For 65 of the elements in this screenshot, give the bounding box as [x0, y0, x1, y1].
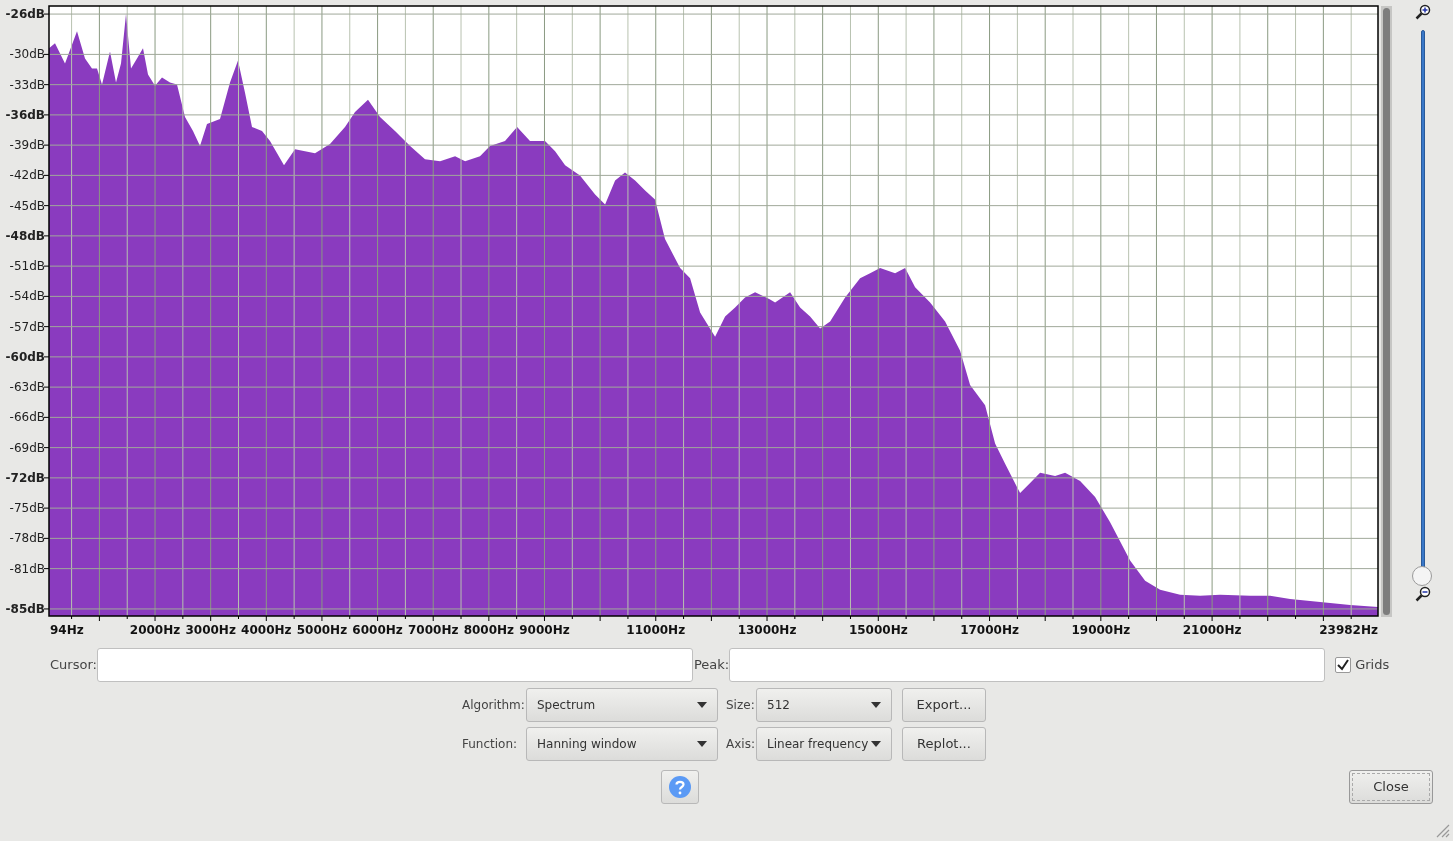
scrollbar[interactable]	[1381, 6, 1392, 617]
y-axis-label: -75dB	[9, 501, 45, 516]
x-axis-label: 2000Hz	[129, 623, 181, 637]
dropdown[interactable]: Spectrum	[526, 688, 718, 722]
dropdown[interactable]: Hanning window	[526, 727, 718, 761]
peak-field[interactable]	[729, 648, 1326, 682]
help-button[interactable]	[661, 770, 699, 804]
grids-label: Grids	[1355, 656, 1390, 675]
resize-grip-icon[interactable]	[1434, 822, 1450, 838]
x-axis-label: 6000Hz	[352, 623, 403, 637]
x-axis-label: 3000Hz	[185, 623, 236, 637]
peak-label: Peak:	[693, 656, 730, 675]
y-axis-label: -42dB	[9, 168, 45, 183]
zoom-in-icon[interactable]	[1414, 4, 1431, 20]
dropdown[interactable]: 512	[756, 688, 892, 722]
slider-thumb[interactable]	[1411, 566, 1432, 586]
function-label: Function:	[462, 736, 519, 753]
y-axis-label: -81dB	[9, 561, 45, 576]
y-axis-label: -72dB	[5, 470, 45, 485]
x-axis-label: 5000Hz	[296, 623, 348, 637]
x-axis-label: 23982Hz	[1319, 623, 1378, 637]
x-axis-label: 15000Hz	[848, 623, 908, 637]
y-axis-label: -48dB	[5, 228, 45, 243]
y-axis-label: -85dB	[5, 601, 45, 616]
cursor-field[interactable]	[96, 648, 693, 682]
x-axis-label: 7000Hz	[408, 623, 459, 637]
x-axis-label: 11000Hz	[626, 623, 686, 637]
caret-icon	[871, 702, 881, 708]
y-axis-label: -33dB	[9, 77, 45, 92]
grids-checkbox[interactable]	[1335, 657, 1352, 673]
y-axis-label: -51dB	[9, 259, 45, 274]
cursor-label: Cursor:	[50, 656, 97, 675]
y-axis-label: -39dB	[9, 138, 45, 153]
algorithm-label: Algorithm:	[462, 697, 522, 714]
help-icon	[669, 776, 691, 798]
x-axis-label: 21000Hz	[1182, 623, 1242, 637]
x-axis-label: 13000Hz	[737, 623, 797, 637]
caret-icon	[871, 741, 881, 747]
size-label: Size:	[726, 697, 752, 714]
x-axis-label: 94Hz	[50, 623, 84, 637]
y-axis-label: -78dB	[9, 531, 45, 546]
x-axis-label: 9000Hz	[519, 623, 570, 637]
y-axis-label: -36dB	[5, 107, 45, 122]
dropdown[interactable]: Linear frequency	[756, 727, 892, 761]
x-axis-label: 17000Hz	[960, 623, 1019, 637]
y-axis-label: -54dB	[9, 289, 45, 304]
button[interactable]: Replot...	[902, 727, 986, 761]
y-axis-label: -57dB	[9, 319, 45, 334]
axis-label: Axis:	[726, 736, 752, 753]
caret-icon	[697, 702, 707, 708]
y-axis-label: -63dB	[9, 380, 45, 395]
y-axis-label: -60dB	[5, 349, 45, 364]
button[interactable]: Export...	[902, 688, 986, 722]
x-axis-label: 4000Hz	[241, 623, 292, 637]
x-axis-label: 8000Hz	[463, 623, 515, 637]
y-axis-label: -66dB	[9, 410, 45, 425]
y-axis-label: -26dB	[5, 7, 45, 22]
y-axis-label: -30dB	[9, 47, 45, 62]
y-axis-label: -45dB	[9, 198, 45, 213]
close-button[interactable]: Close	[1349, 770, 1433, 804]
caret-icon	[697, 741, 707, 747]
zoom-slider[interactable]	[1411, 30, 1434, 586]
x-axis-label: 19000Hz	[1071, 623, 1131, 637]
zoom-out-icon[interactable]	[1414, 586, 1431, 602]
y-axis-label: -69dB	[9, 440, 45, 455]
